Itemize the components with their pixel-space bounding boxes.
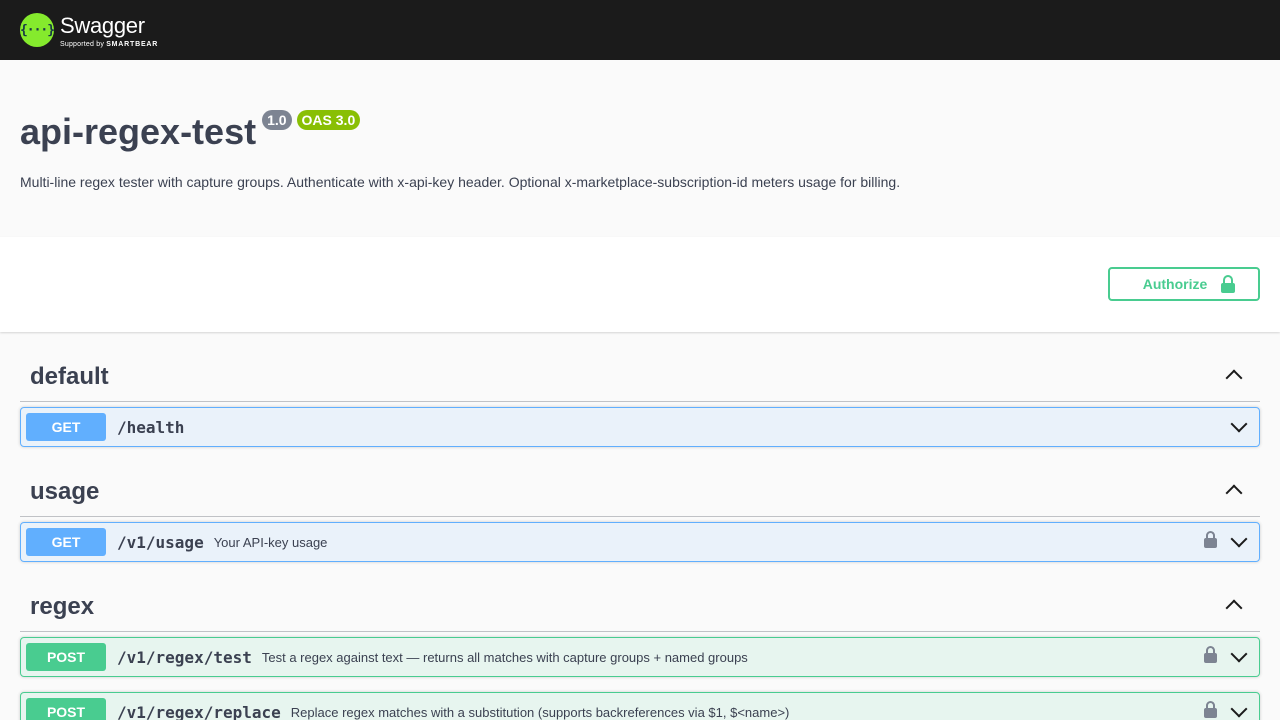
page-title: api-regex-test (20, 111, 257, 152)
tag-header-default[interactable]: default (20, 332, 1260, 402)
operation-path: /health (117, 417, 185, 437)
operation-controls (1204, 523, 1249, 561)
swagger-logo-icon: {···} (20, 13, 55, 47)
oas-badge: OAS 3.0 (296, 110, 361, 130)
tag-header-regex[interactable]: regex (20, 562, 1260, 632)
lock-icon (1204, 646, 1217, 663)
operation-get-health[interactable]: GET /health (20, 407, 1260, 447)
logo-sub-brand: SMARTBEAR (106, 40, 159, 48)
method-badge: POST (26, 698, 106, 720)
title-row: api-regex-test 1.0 OAS 3.0 (20, 110, 1260, 150)
operation-post-regex-replace[interactable]: POST /v1/regex/replace Replace regex mat… (20, 692, 1260, 720)
tag-name: usage (30, 478, 100, 505)
operations-wrapper: default GET /health usage GET /v1/usage … (0, 332, 1280, 720)
logo-sub-prefix: Supported by (60, 40, 105, 48)
lock-icon (1204, 701, 1217, 718)
operation-summary: Your API-key usage (213, 534, 328, 550)
chevron-down-icon[interactable] (1229, 647, 1249, 667)
operation-path: /v1/usage (117, 532, 204, 552)
tag-name: regex (30, 593, 95, 620)
chevron-down-icon[interactable] (1229, 532, 1249, 552)
method-badge: GET (26, 528, 106, 556)
method-badge: GET (26, 413, 106, 441)
logo-text: Swagger Supported by SMARTBEAR (60, 12, 158, 48)
authorize-label: Authorize (1142, 276, 1208, 292)
operation-post-regex-test[interactable]: POST /v1/regex/test Test a regex against… (20, 637, 1260, 677)
api-info: api-regex-test 1.0 OAS 3.0 Multi-line re… (0, 60, 1280, 237)
version-badge: 1.0 (262, 110, 292, 130)
lock-icon (1204, 531, 1217, 548)
operation-path: /v1/regex/test (117, 647, 252, 667)
logo-subtitle: Supported by SMARTBEAR (60, 41, 158, 48)
operation-controls (1229, 408, 1249, 446)
operation-controls (1204, 638, 1249, 676)
chevron-up-icon[interactable] (1224, 480, 1244, 500)
chevron-up-icon[interactable] (1224, 595, 1244, 615)
tag-section-usage: usage GET /v1/usage Your API-key usage (20, 447, 1260, 562)
chevron-down-icon[interactable] (1229, 417, 1249, 437)
operation-get-usage[interactable]: GET /v1/usage Your API-key usage (20, 522, 1260, 562)
lock-icon (1221, 275, 1236, 293)
chevron-up-icon[interactable] (1224, 365, 1244, 385)
method-badge: POST (26, 643, 106, 671)
auth-lock-button[interactable] (1204, 646, 1217, 668)
api-description: Multi-line regex tester with capture gro… (20, 174, 901, 190)
auth-lock-button[interactable] (1204, 531, 1217, 553)
auth-lock-button[interactable] (1204, 701, 1217, 720)
tag-name: default (30, 363, 109, 390)
authorize-button[interactable]: Authorize (1108, 267, 1260, 301)
operation-summary: Test a regex against text — returns all … (261, 649, 748, 665)
operation-summary: Replace regex matches with a substitutio… (290, 704, 790, 720)
swagger-logo[interactable]: {···} Swagger Supported by SMARTBEAR (20, 13, 158, 48)
tag-section-regex: regex POST /v1/regex/test Test a regex a… (20, 562, 1260, 720)
operation-path: /v1/regex/replace (117, 702, 281, 720)
tag-header-usage[interactable]: usage (20, 447, 1260, 517)
operation-controls (1204, 693, 1249, 720)
scheme-container: Authorize (0, 237, 1280, 332)
topbar: {···} Swagger Supported by SMARTBEAR (0, 0, 1280, 60)
tag-section-default: default GET /health (20, 332, 1260, 447)
logo-title: Swagger (60, 12, 145, 38)
chevron-down-icon[interactable] (1229, 702, 1249, 720)
